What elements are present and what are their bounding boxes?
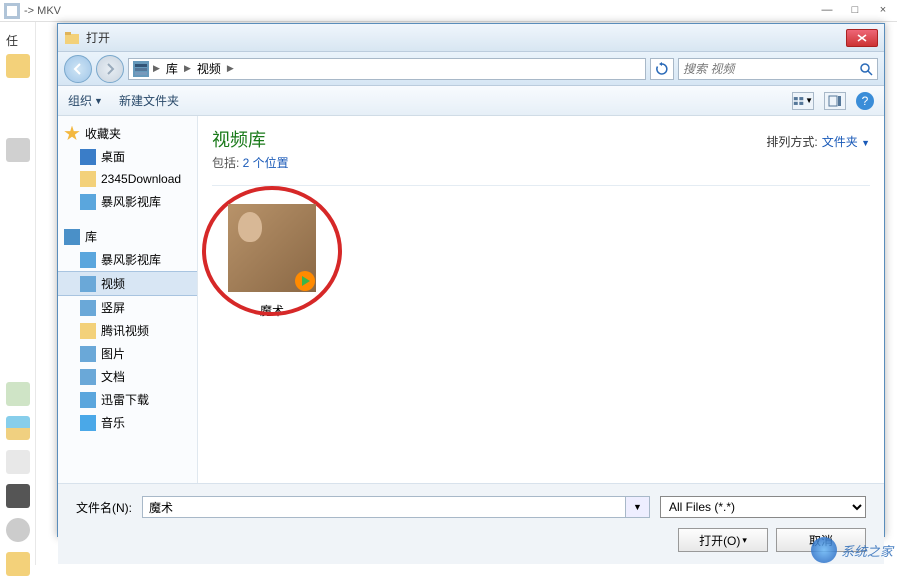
video-lib-icon: [80, 194, 96, 210]
file-list-area[interactable]: 视频库 排列方式: 文件夹 ▼ 包括: 2 个位置 魔术: [198, 116, 884, 483]
bg-close-button[interactable]: ×: [869, 0, 897, 20]
taskbar-folder2-icon[interactable]: [6, 552, 30, 576]
sidebar-item-desktop[interactable]: 桌面: [58, 145, 197, 168]
taskbar-music-icon[interactable]: [6, 382, 30, 406]
file-item-magic[interactable]: 魔术: [222, 198, 322, 319]
filename-label: 文件名(N):: [76, 499, 132, 516]
nav-back-button[interactable]: [64, 55, 92, 83]
divider: [212, 185, 870, 186]
sort-controls: 排列方式: 文件夹 ▼: [766, 133, 870, 150]
breadcrumb-libraries[interactable]: 库: [164, 60, 180, 77]
main-area: 收藏夹 桌面 2345Download 暴风影视库 库 暴风影视库 视频 竖屏 …: [58, 116, 884, 483]
file-name-label: 魔术: [222, 302, 322, 319]
bg-titlebar: -> MKV — □ ×: [0, 0, 897, 22]
dialog-titlebar: 打开: [58, 24, 884, 52]
nav-bar: ▶ 库 ▶ 视频 ▶: [58, 52, 884, 86]
toolbar: 组织▼ 新建文件夹 ▼ ?: [58, 86, 884, 116]
music-icon: [80, 415, 96, 431]
sidebar-libraries-header[interactable]: 库: [58, 225, 197, 248]
taskbar-film-icon[interactable]: [6, 138, 30, 162]
document-icon: [80, 369, 96, 385]
play-overlay-icon: [294, 270, 316, 292]
preview-pane-button[interactable]: [824, 92, 846, 110]
picture-icon: [80, 346, 96, 362]
dialog-close-button[interactable]: [846, 29, 878, 47]
taskbar-folder-icon[interactable]: [6, 54, 30, 78]
location-subtitle: 包括: 2 个位置: [212, 154, 870, 171]
dialog-title: 打开: [86, 29, 846, 46]
filename-input[interactable]: [142, 496, 626, 518]
file-type-filter[interactable]: All Files (*.*): [660, 496, 866, 518]
open-button[interactable]: 打开(O)▾: [678, 528, 768, 552]
sidebar-item-2345download[interactable]: 2345Download: [58, 168, 197, 190]
download-icon: [80, 392, 96, 408]
sort-label: 排列方式:: [766, 133, 817, 150]
sidebar-item-videos[interactable]: 视频: [58, 271, 197, 296]
desktop-icon: [80, 149, 96, 165]
video-lib-icon: [80, 252, 96, 268]
bg-title-format: MKV: [37, 5, 61, 17]
includes-link[interactable]: 2 个位置: [243, 156, 289, 170]
taskbar-doc-icon[interactable]: [6, 450, 30, 474]
bg-app-icon: [4, 3, 20, 19]
dialog-icon: [64, 30, 80, 46]
bg-window-controls: — □ ×: [813, 0, 897, 20]
search-box[interactable]: [678, 58, 878, 80]
sidebar-favorites-header[interactable]: 收藏夹: [58, 122, 197, 145]
dialog-footer: 文件名(N): ▼ All Files (*.*) 打开(O)▾ 取消: [58, 483, 884, 564]
sidebar-item-music[interactable]: 音乐: [58, 411, 197, 434]
taskbar-disc-icon[interactable]: [6, 484, 30, 508]
breadcrumb-sep-icon: ▶: [184, 63, 191, 74]
sidebar: 收藏夹 桌面 2345Download 暴风影视库 库 暴风影视库 视频 竖屏 …: [58, 116, 198, 483]
bg-minimize-button[interactable]: —: [813, 0, 841, 20]
nav-forward-button[interactable]: [96, 55, 124, 83]
search-input[interactable]: [683, 62, 859, 76]
bg-task-label: 任: [0, 28, 35, 53]
bg-maximize-button[interactable]: □: [841, 0, 869, 20]
breadcrumb-icon: [133, 61, 149, 77]
breadcrumb-videos[interactable]: 视频: [195, 60, 223, 77]
sidebar-item-vertical[interactable]: 竖屏: [58, 296, 197, 319]
breadcrumb-sep-icon: ▶: [227, 63, 234, 74]
sidebar-item-tencent[interactable]: 腾讯视频: [58, 319, 197, 342]
libraries-icon: [64, 229, 80, 245]
breadcrumb[interactable]: ▶ 库 ▶ 视频 ▶: [128, 58, 646, 80]
video-icon: [80, 276, 96, 292]
view-mode-button[interactable]: ▼: [792, 92, 814, 110]
split-arrow-icon: ▾: [742, 535, 747, 546]
sidebar-item-baofeng-fav[interactable]: 暴风影视库: [58, 190, 197, 213]
taskbar-photo-icon[interactable]: [6, 416, 30, 440]
new-folder-button[interactable]: 新建文件夹: [119, 92, 179, 109]
breadcrumb-sep-icon: ▶: [153, 63, 160, 74]
folder-icon: [80, 171, 96, 187]
sidebar-item-baofeng[interactable]: 暴风影视库: [58, 248, 197, 271]
help-button[interactable]: ?: [856, 92, 874, 110]
sidebar-item-pictures[interactable]: 图片: [58, 342, 197, 365]
taskbar-gear-icon[interactable]: [6, 518, 30, 542]
bg-taskbar-icons: [6, 54, 30, 576]
location-title: 视频库: [212, 126, 266, 152]
video-icon: [80, 300, 96, 316]
refresh-button[interactable]: [650, 58, 674, 80]
globe-icon: [811, 537, 837, 563]
sidebar-item-documents[interactable]: 文档: [58, 365, 197, 388]
star-icon: [64, 126, 80, 142]
sidebar-item-xunlei[interactable]: 迅雷下载: [58, 388, 197, 411]
organize-menu[interactable]: 组织▼: [68, 92, 103, 109]
filename-dropdown-button[interactable]: ▼: [626, 496, 650, 518]
watermark: 系统之家: [811, 537, 893, 563]
sort-value-dropdown[interactable]: 文件夹 ▼: [822, 133, 870, 150]
folder-icon: [80, 323, 96, 339]
bg-title-arrow: ->: [24, 5, 34, 17]
open-file-dialog: 打开 ▶ 库 ▶ 视频 ▶: [57, 23, 885, 537]
search-icon[interactable]: [859, 62, 873, 76]
